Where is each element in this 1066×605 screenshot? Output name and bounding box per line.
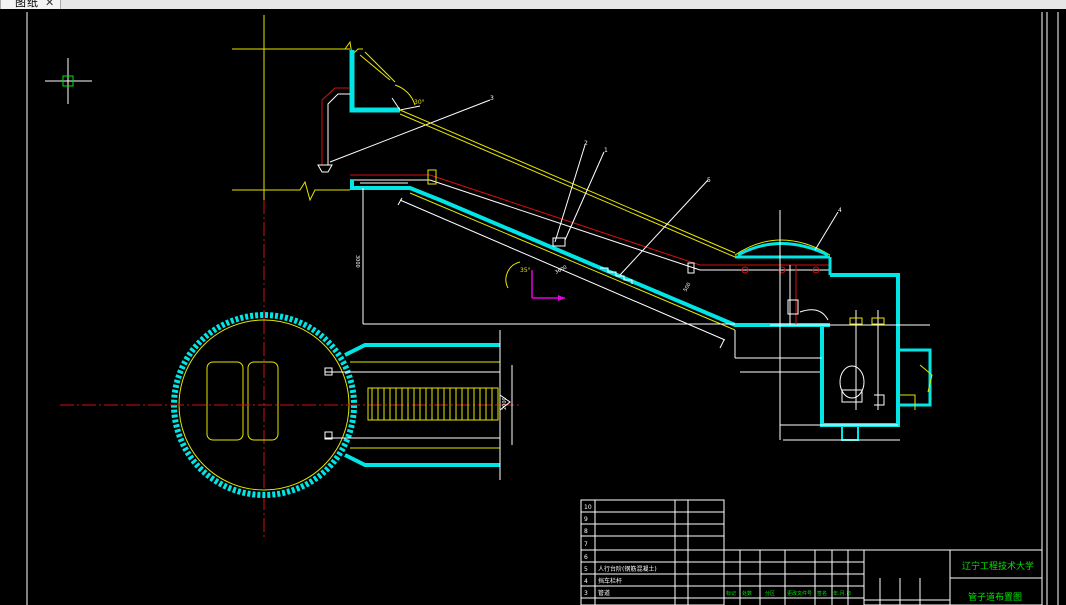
row-text: 管道 xyxy=(598,589,610,597)
svg-text:2: 2 xyxy=(584,140,588,147)
footer-label: 年.月.日 xyxy=(833,590,851,597)
svg-text:1: 1 xyxy=(604,147,608,154)
close-icon[interactable]: ✕ xyxy=(45,0,54,9)
row-text: 挡车栏杆 xyxy=(598,577,622,585)
row-number: 8 xyxy=(584,528,588,535)
svg-text:3: 3 xyxy=(490,95,494,102)
drawing-title: 管子道布置图 xyxy=(968,591,1022,603)
footer-label: 处数 xyxy=(742,590,752,597)
inclined-tunnel: 2 1 5 35° 3600 3000 500 xyxy=(350,109,830,349)
footer-label: 更改文件号 xyxy=(787,590,812,597)
tab-drawing[interactable]: 图纸 ✕ xyxy=(0,0,62,9)
drawing-svg: 30° 3 2 1 5 35° 3600 3000 500 4 2000 10 … xyxy=(26,12,1059,605)
footer-label: 标记 xyxy=(726,590,736,597)
row-number: 9 xyxy=(584,516,588,523)
row-number: 3 xyxy=(584,590,588,597)
ucs-crosshair-icon xyxy=(45,58,92,104)
title-block xyxy=(580,499,1043,605)
row-number: 4 xyxy=(584,578,588,585)
cad-canvas[interactable]: 30° 3 2 1 5 35° 3600 3000 500 4 2000 10 … xyxy=(0,9,1066,605)
footer-label: 分区 xyxy=(765,590,775,597)
row-number: 10 xyxy=(584,504,592,511)
svg-text:4: 4 xyxy=(838,207,842,214)
svg-text:3000: 3000 xyxy=(354,255,360,268)
svg-text:3600: 3600 xyxy=(554,264,568,275)
footer-label: 签名 xyxy=(817,590,827,597)
title-block-footer: 标记 处数 分区 更改文件号 签名 年.月.日 xyxy=(726,590,851,597)
svg-text:5: 5 xyxy=(707,177,711,184)
school-name: 辽宁工程技术大学 xyxy=(962,560,1034,572)
row-number: 7 xyxy=(584,541,588,548)
row-number: 6 xyxy=(584,554,588,561)
row-text: 人行台阶(钢筋混凝土) xyxy=(598,565,657,573)
tab-label: 图纸 xyxy=(15,0,39,9)
svg-text:500: 500 xyxy=(683,282,693,293)
plan-view-shaft: 2000 xyxy=(60,312,520,498)
upper-section: 30° 3 xyxy=(317,50,494,173)
svg-text:2000: 2000 xyxy=(502,397,508,410)
drawing-frame xyxy=(26,12,1059,605)
svg-text:30°: 30° xyxy=(414,99,425,106)
svg-text:35°: 35° xyxy=(520,267,531,274)
row-number: 5 xyxy=(584,566,588,573)
